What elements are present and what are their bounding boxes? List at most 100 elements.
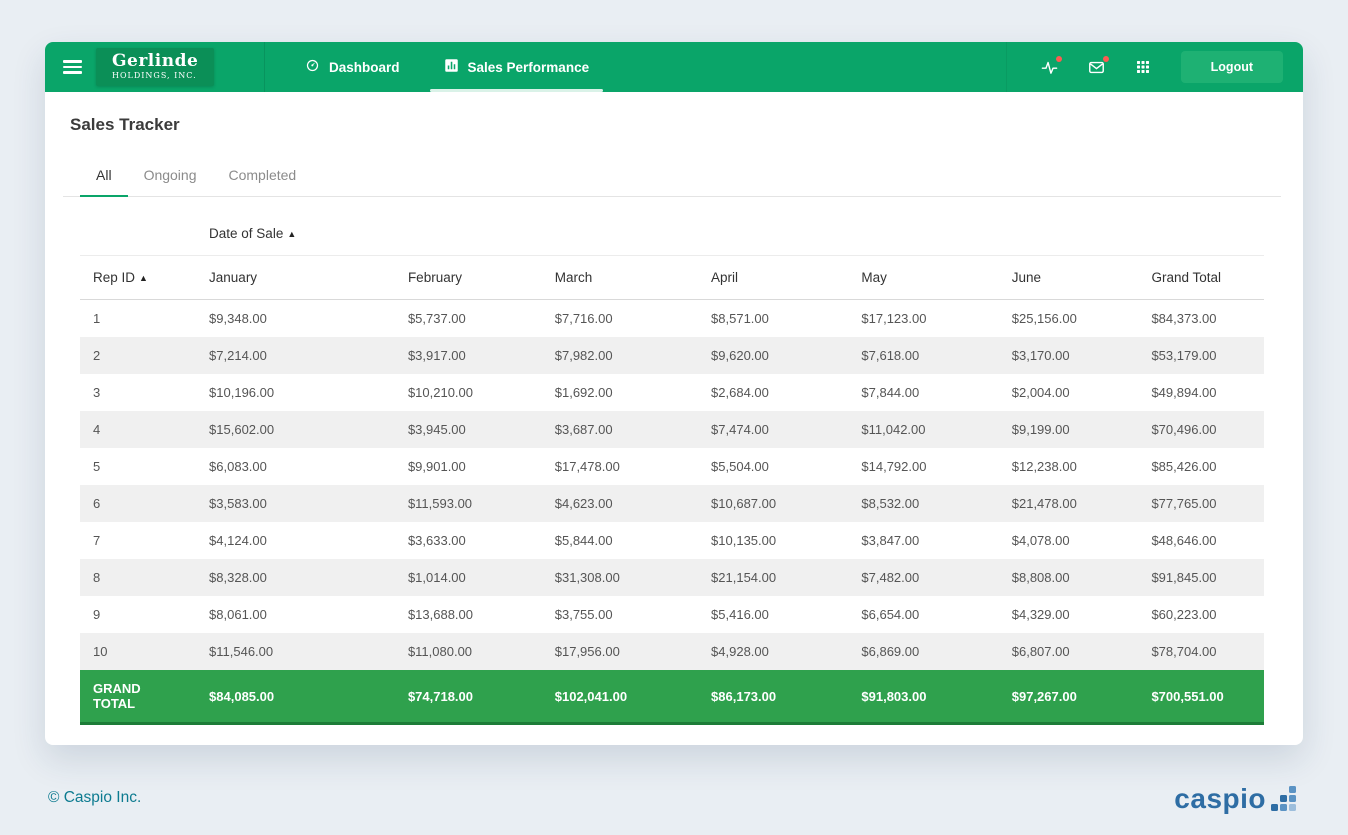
apps-grid-icon[interactable] [1135, 59, 1151, 75]
navbar-actions: Logout [1006, 42, 1303, 92]
table-cell: $9,901.00 [395, 448, 542, 485]
table-cell: $6,083.00 [196, 448, 395, 485]
table-cell: $8,571.00 [698, 300, 848, 338]
column-header-april[interactable]: April [698, 256, 848, 300]
table-cell: $3,687.00 [542, 411, 698, 448]
table-cell: 8 [80, 559, 196, 596]
table-cell: 4 [80, 411, 196, 448]
table-cell: 5 [80, 448, 196, 485]
table-cell: $13,688.00 [395, 596, 542, 633]
logout-button[interactable]: Logout [1181, 51, 1283, 83]
grand-total-cell: $74,718.00 [395, 670, 542, 724]
table-cell: $1,692.00 [542, 374, 698, 411]
table-row: 9$8,061.00$13,688.00$3,755.00$5,416.00$6… [80, 596, 1264, 633]
table-cell: 7 [80, 522, 196, 559]
table-cell: $6,807.00 [999, 633, 1139, 670]
brand-logo: Gerlinde HOLDINGS, INC. [96, 48, 214, 86]
table-cell: $4,928.00 [698, 633, 848, 670]
sales-table-wrap: Date of Sale▲ Rep ID▲ January February M… [63, 197, 1281, 725]
table-cell: $9,348.00 [196, 300, 395, 338]
table-cell: 1 [80, 300, 196, 338]
grand-total-cell: GRAND TOTAL [80, 670, 196, 724]
table-cell: $7,844.00 [848, 374, 998, 411]
table-cell: $17,478.00 [542, 448, 698, 485]
table-cell: $7,618.00 [848, 337, 998, 374]
table-cell: $9,620.00 [698, 337, 848, 374]
tab-all[interactable]: All [80, 151, 128, 196]
content-panel: All Ongoing Completed Date of Sale▲ [63, 151, 1281, 745]
table-cell: $25,156.00 [999, 300, 1139, 338]
grand-total-cell: $102,041.00 [542, 670, 698, 724]
top-navbar: Gerlinde HOLDINGS, INC. Dashboard Sales … [45, 42, 1303, 92]
table-row: 2$7,214.00$3,917.00$7,982.00$9,620.00$7,… [80, 337, 1264, 374]
tab-ongoing[interactable]: Ongoing [128, 151, 213, 196]
tab-completed[interactable]: Completed [213, 151, 313, 196]
table-cell: $7,716.00 [542, 300, 698, 338]
table-cell: $1,014.00 [395, 559, 542, 596]
table-row: 4$15,602.00$3,945.00$3,687.00$7,474.00$1… [80, 411, 1264, 448]
table-cell: $5,504.00 [698, 448, 848, 485]
table-row: 1$9,348.00$5,737.00$7,716.00$8,571.00$17… [80, 300, 1264, 338]
grand-total-cell: $84,085.00 [196, 670, 395, 724]
table-cell: $85,426.00 [1138, 448, 1264, 485]
grand-total-cell: $91,803.00 [848, 670, 998, 724]
table-cell: $17,956.00 [542, 633, 698, 670]
pulse-icon[interactable] [1041, 59, 1058, 76]
grand-total-row: GRAND TOTAL$84,085.00$74,718.00$102,041.… [80, 670, 1264, 724]
table-cell: $12,238.00 [999, 448, 1139, 485]
table-cell: $49,894.00 [1138, 374, 1264, 411]
table-cell: 6 [80, 485, 196, 522]
table-cell: $3,755.00 [542, 596, 698, 633]
column-header-february[interactable]: February [395, 256, 542, 300]
table-row: 8$8,328.00$1,014.00$31,308.00$21,154.00$… [80, 559, 1264, 596]
column-header-may[interactable]: May [848, 256, 998, 300]
table-cell: $3,633.00 [395, 522, 542, 559]
table-cell: $2,004.00 [999, 374, 1139, 411]
nav-item-label: Dashboard [329, 60, 400, 75]
group-header-date-of-sale[interactable]: Date of Sale▲ [196, 211, 1264, 256]
hamburger-menu-icon[interactable] [63, 60, 82, 74]
table-cell: $10,210.00 [395, 374, 542, 411]
table-cell: $6,654.00 [848, 596, 998, 633]
caspio-logo-dots-icon [1271, 786, 1296, 811]
table-cell: $3,583.00 [196, 485, 395, 522]
column-header-grand-total[interactable]: Grand Total [1138, 256, 1264, 300]
nav-item-sales-performance[interactable]: Sales Performance [422, 42, 612, 92]
column-header-rep-id[interactable]: Rep ID▲ [80, 256, 196, 300]
table-row: 10$11,546.00$11,080.00$17,956.00$4,928.0… [80, 633, 1264, 670]
column-header-january[interactable]: January [196, 256, 395, 300]
table-cell: $3,917.00 [395, 337, 542, 374]
sort-asc-icon: ▲ [139, 273, 148, 283]
speedometer-icon [305, 58, 320, 76]
table-cell: 2 [80, 337, 196, 374]
sales-table: Date of Sale▲ Rep ID▲ January February M… [80, 211, 1264, 725]
table-row: 3$10,196.00$10,210.00$1,692.00$2,684.00$… [80, 374, 1264, 411]
column-header-june[interactable]: June [999, 256, 1139, 300]
group-header-spacer [80, 211, 196, 256]
mail-icon[interactable] [1088, 59, 1105, 76]
nav-item-dashboard[interactable]: Dashboard [283, 42, 422, 92]
column-header-march[interactable]: March [542, 256, 698, 300]
nav-item-label: Sales Performance [468, 60, 590, 75]
tab-bar: All Ongoing Completed [63, 151, 1281, 197]
page-title: Sales Tracker [70, 115, 1278, 135]
table-cell: $7,214.00 [196, 337, 395, 374]
table-cell: $91,845.00 [1138, 559, 1264, 596]
notification-dot [1056, 56, 1062, 62]
table-cell: $14,792.00 [848, 448, 998, 485]
table-cell: $78,704.00 [1138, 633, 1264, 670]
sort-asc-icon: ▲ [287, 229, 296, 239]
table-cell: $77,765.00 [1138, 485, 1264, 522]
navbar-left: Gerlinde HOLDINGS, INC. [45, 42, 265, 92]
table-cell: $10,196.00 [196, 374, 395, 411]
table-cell: $10,135.00 [698, 522, 848, 559]
table-cell: $31,308.00 [542, 559, 698, 596]
table-cell: $10,687.00 [698, 485, 848, 522]
grand-total-cell: $700,551.00 [1138, 670, 1264, 724]
caspio-logo: caspio [1174, 785, 1296, 813]
table-cell: $7,482.00 [848, 559, 998, 596]
brand-subtitle: HOLDINGS, INC. [112, 72, 198, 80]
table-cell: $5,737.00 [395, 300, 542, 338]
table-cell: $2,684.00 [698, 374, 848, 411]
table-cell: $11,080.00 [395, 633, 542, 670]
